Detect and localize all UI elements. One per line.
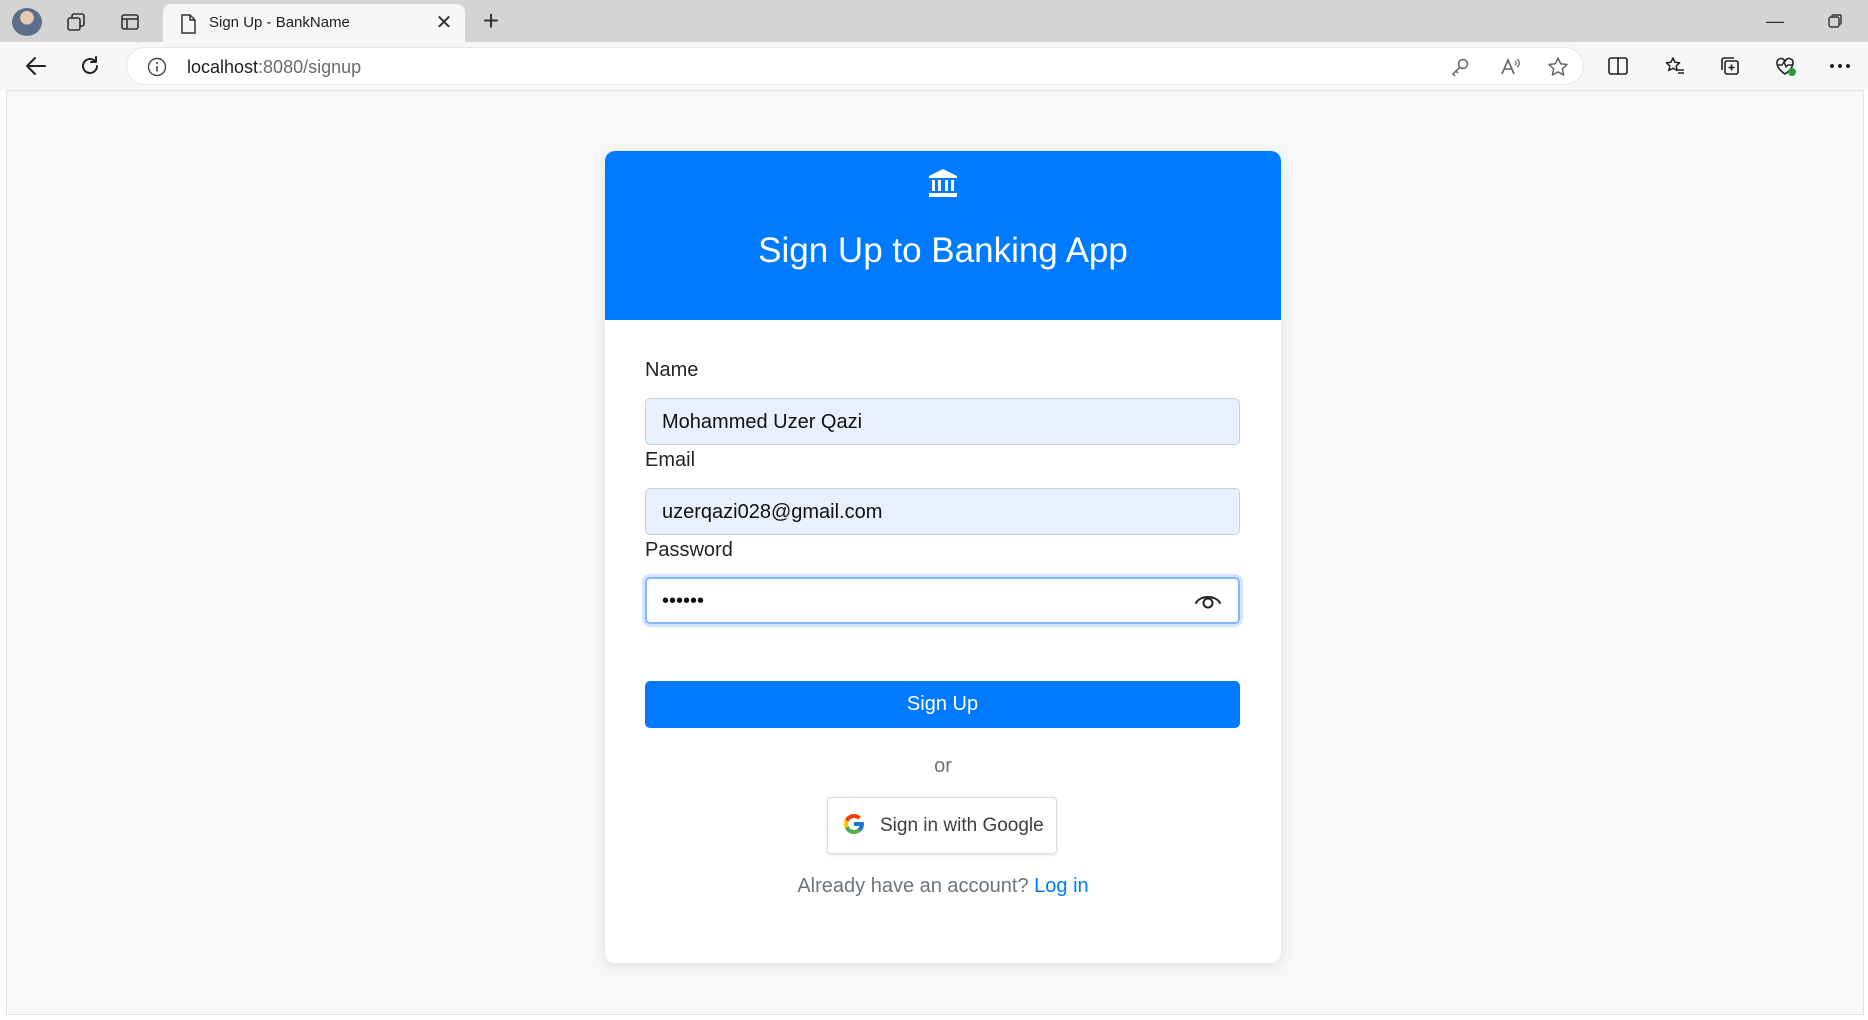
close-tab-icon[interactable]: ✕ (433, 12, 455, 34)
browser-toolbar: localhost:8080/signup (0, 42, 1868, 90)
active-tab[interactable]: Sign Up - BankName ✕ (163, 4, 465, 42)
google-signin-button[interactable]: Sign in with Google (827, 797, 1057, 854)
email-input[interactable]: uzerqazi028@gmail.com (645, 488, 1240, 535)
password-label: Password (645, 539, 733, 561)
address-bar[interactable]: localhost:8080/signup (126, 47, 1584, 85)
favorite-star-icon[interactable] (1547, 56, 1569, 78)
tab-title: Sign Up - BankName (209, 14, 350, 31)
vertical-tabs-icon[interactable] (118, 10, 142, 34)
name-input[interactable]: Mohammed Uzer Qazi (645, 398, 1240, 445)
split-screen-icon[interactable] (1604, 52, 1632, 80)
more-options-icon[interactable] (1826, 52, 1854, 80)
back-icon[interactable] (22, 52, 50, 80)
page-icon (180, 14, 198, 34)
email-label: Email (645, 449, 696, 471)
signup-card: Sign Up to Banking App Name Mohammed Uze… (605, 151, 1281, 963)
browser-essentials-icon[interactable] (1771, 52, 1799, 80)
signup-button[interactable]: Sign Up (645, 681, 1240, 728)
browser-tab-bar: Sign Up - BankName ✕ + — (0, 0, 1868, 42)
password-value: •••••• (662, 590, 705, 612)
name-label: Name (645, 359, 699, 381)
read-aloud-icon[interactable] (1499, 56, 1521, 78)
bank-icon (927, 167, 959, 199)
new-tab-icon[interactable]: + (478, 7, 504, 35)
login-link[interactable]: Log in (1034, 875, 1089, 897)
key-icon[interactable] (1449, 56, 1471, 78)
google-signin-label: Sign in with Google (880, 815, 1044, 836)
site-info-icon[interactable] (147, 57, 167, 77)
or-divider: or (934, 755, 952, 777)
profile-avatar[interactable] (12, 8, 42, 36)
restore-icon[interactable] (1822, 10, 1848, 32)
login-prompt: Already have an account? (797, 875, 1029, 897)
password-input[interactable]: •••••• (645, 577, 1240, 624)
favorites-icon[interactable] (1661, 52, 1689, 80)
url-text: localhost:8080/signup (187, 57, 362, 77)
eye-icon[interactable] (1194, 590, 1222, 612)
card-header: Sign Up to Banking App (605, 151, 1281, 320)
page-viewport: Sign Up to Banking App Name Mohammed Uze… (6, 90, 1864, 1015)
page-title: Sign Up to Banking App (758, 231, 1128, 270)
google-icon (842, 812, 866, 836)
minimize-icon[interactable]: — (1762, 10, 1788, 32)
refresh-icon[interactable] (76, 52, 104, 80)
collections-icon[interactable] (1716, 52, 1744, 80)
login-prompt-line: Already have an account? Log in (605, 875, 1281, 898)
workspaces-icon[interactable] (64, 10, 88, 34)
